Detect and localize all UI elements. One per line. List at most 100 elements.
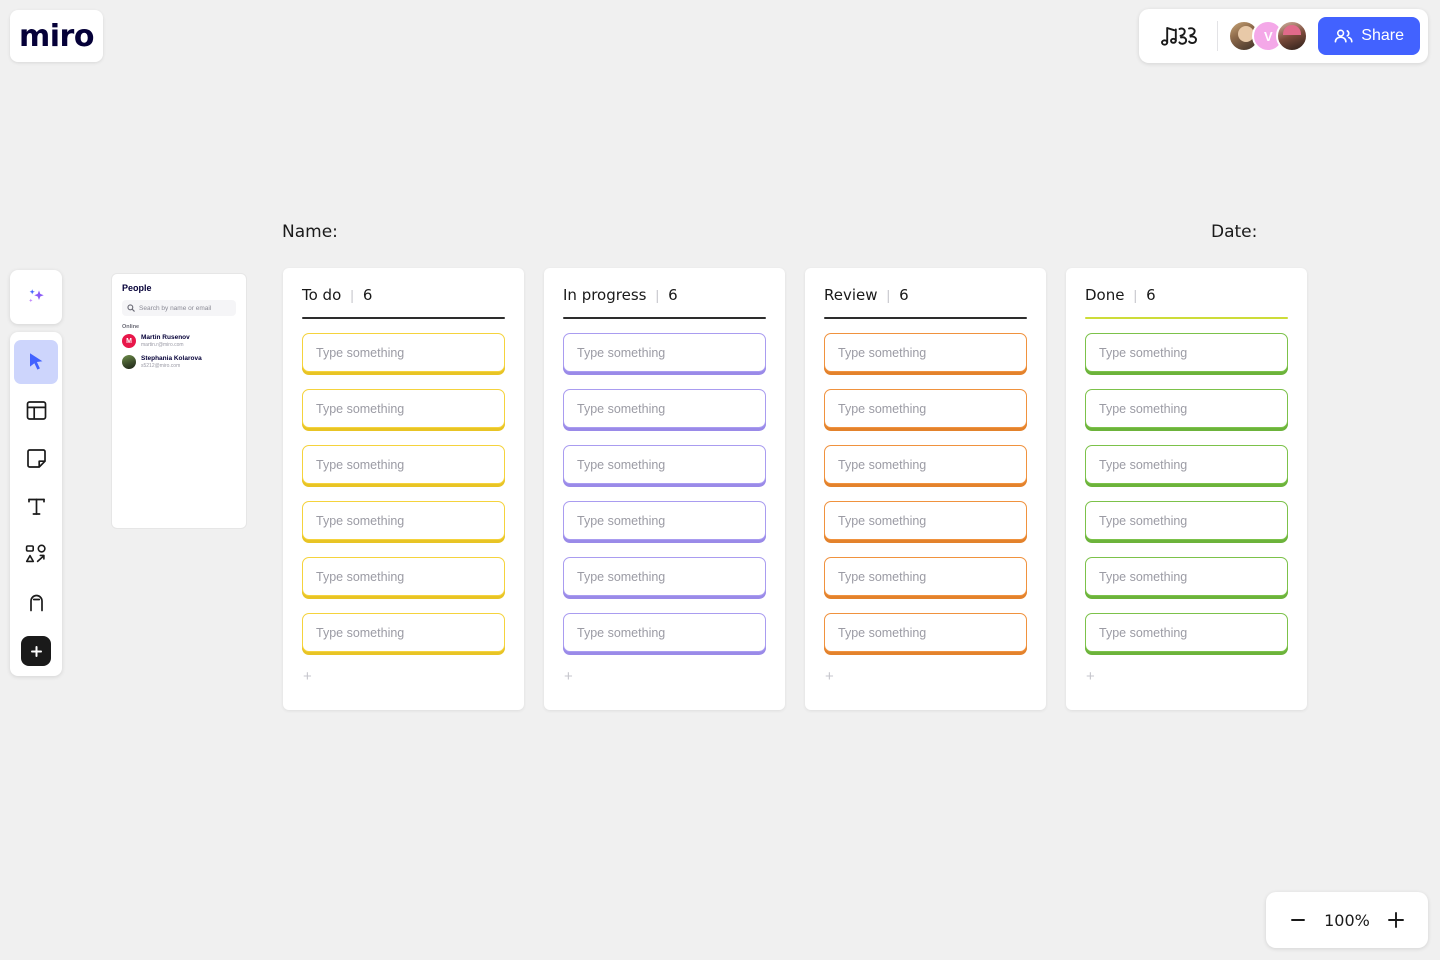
kanban-card[interactable]: Type something (1085, 613, 1288, 652)
kanban-card-placeholder: Type something (316, 457, 405, 472)
sparkles-icon (29, 289, 44, 303)
kanban-card-placeholder: Type something (838, 401, 927, 416)
people-search-input[interactable]: Search by name or email (122, 300, 236, 316)
kanban-board: To do | 6 Type something Type something Type … (283, 268, 1307, 710)
column-count: 6 (899, 286, 909, 304)
kanban-column: Done | 6 Type something Type something Type s… (1066, 268, 1307, 710)
people-online-label: Online (122, 324, 140, 330)
column-title: Review (824, 286, 878, 304)
column-count: 6 (1146, 286, 1156, 304)
sticky-note-tool[interactable] (14, 436, 58, 480)
kanban-card[interactable]: Type something (824, 445, 1027, 484)
kanban-card[interactable]: Type something (302, 613, 505, 652)
column-title: In progress (563, 286, 647, 304)
person-name: Martin Rusenov (141, 334, 190, 341)
kanban-card[interactable]: Type something (1085, 445, 1288, 484)
kanban-card[interactable]: Type something (824, 389, 1027, 428)
templates-tool[interactable] (14, 388, 58, 432)
person-email: s5212@miro.com (141, 362, 181, 369)
people-search-placeholder: Search by name or email (139, 304, 212, 312)
top-right-toolbar: V Share (1139, 9, 1428, 63)
pen-icon (29, 594, 43, 611)
kanban-card[interactable]: Type something (563, 445, 766, 484)
select-tool[interactable] (14, 340, 58, 384)
kanban-card[interactable]: Type something (1085, 501, 1288, 540)
kanban-card-placeholder: Type something (577, 625, 666, 640)
kanban-card[interactable]: Type something (563, 613, 766, 652)
zoom-level-value: 100% (1324, 910, 1370, 930)
column-header: In progress | 6 (563, 286, 766, 304)
music-notes-icon[interactable] (1153, 20, 1207, 52)
kanban-card[interactable]: Type something (302, 333, 505, 372)
list-item[interactable]: M Martin Rusenov martin.r@miro.com (122, 334, 236, 349)
kanban-card[interactable]: Type something (824, 613, 1027, 652)
column-rule (563, 317, 766, 319)
kanban-card[interactable]: Type something (563, 557, 766, 596)
column-title: To do (302, 286, 342, 304)
kanban-card-placeholder: Type something (838, 625, 927, 640)
column-count: 6 (668, 286, 678, 304)
add-card-button[interactable]: + (563, 669, 766, 684)
share-button[interactable]: Share (1318, 17, 1420, 55)
column-title: Done (1085, 286, 1125, 304)
person-name: Stephania Kolarova (141, 354, 202, 362)
kanban-card[interactable]: Type something (563, 501, 766, 540)
kanban-card-placeholder: Type something (577, 569, 666, 584)
pen-tool[interactable] (14, 580, 58, 624)
kanban-card[interactable]: Type something (302, 501, 505, 540)
miro-logo[interactable]: miro (10, 10, 103, 62)
miro-wordmark: miro (19, 18, 94, 54)
kanban-card-placeholder: Type something (838, 457, 927, 472)
kanban-card-placeholder: Type something (577, 513, 666, 528)
minus-icon (1291, 919, 1305, 921)
add-card-button[interactable]: + (302, 669, 505, 684)
ai-sparkle-tool[interactable] (10, 270, 62, 324)
kanban-card[interactable]: Type something (824, 333, 1027, 372)
kanban-card-placeholder: Type something (838, 345, 927, 360)
kanban-card[interactable]: Type something (302, 445, 505, 484)
add-card-button[interactable]: + (1085, 669, 1288, 684)
kanban-column: To do | 6 Type something Type something Type … (283, 268, 524, 710)
more-apps-tool[interactable] (21, 636, 51, 666)
column-separator: | (655, 287, 660, 303)
kanban-card-placeholder: Type something (316, 513, 405, 528)
kanban-card-placeholder: Type something (1099, 569, 1188, 584)
zoom-out-button[interactable] (1286, 908, 1310, 932)
kanban-card[interactable]: Type something (563, 389, 766, 428)
column-separator: | (350, 287, 354, 303)
sticky-note-icon (26, 448, 46, 468)
zoom-in-button[interactable] (1384, 908, 1408, 932)
kanban-card-placeholder: Type something (1099, 345, 1188, 360)
text-icon (27, 498, 45, 515)
avatar: M (122, 334, 136, 349)
kanban-card[interactable]: Type something (1085, 557, 1288, 596)
list-item[interactable]: Stephania Kolarova s5212@miro.com (122, 355, 236, 370)
kanban-card[interactable]: Type something (824, 557, 1027, 596)
kanban-card-placeholder: Type something (1099, 513, 1188, 528)
shapes-tool[interactable] (14, 532, 58, 576)
collaborator-avatars[interactable]: V (1228, 20, 1309, 52)
column-header: Done | 6 (1085, 286, 1288, 304)
kanban-card[interactable]: Type something (1085, 333, 1288, 372)
kanban-card[interactable]: Type something (563, 333, 766, 372)
column-rule (1085, 317, 1288, 319)
cursor-icon (30, 353, 43, 370)
kanban-card[interactable]: Type something (824, 501, 1027, 540)
board-name-label: Name: (282, 222, 338, 242)
avatar[interactable] (1276, 20, 1309, 52)
kanban-card-placeholder: Type something (577, 457, 666, 472)
kanban-card-placeholder: Type something (316, 569, 405, 584)
add-card-button[interactable]: + (824, 669, 1027, 684)
text-tool[interactable] (14, 484, 58, 528)
column-separator: | (1133, 287, 1138, 303)
zoom-control: 100% (1266, 892, 1428, 948)
column-separator: | (886, 287, 891, 303)
kanban-card[interactable]: Type something (302, 389, 505, 428)
column-count: 6 (362, 286, 373, 304)
board-date-label: Date: (1211, 222, 1258, 242)
kanban-card[interactable]: Type something (302, 557, 505, 596)
people-panel-title: People (122, 283, 152, 293)
kanban-card[interactable]: Type something (1085, 389, 1288, 428)
kanban-card-placeholder: Type something (316, 625, 405, 640)
templates-icon (26, 400, 46, 420)
